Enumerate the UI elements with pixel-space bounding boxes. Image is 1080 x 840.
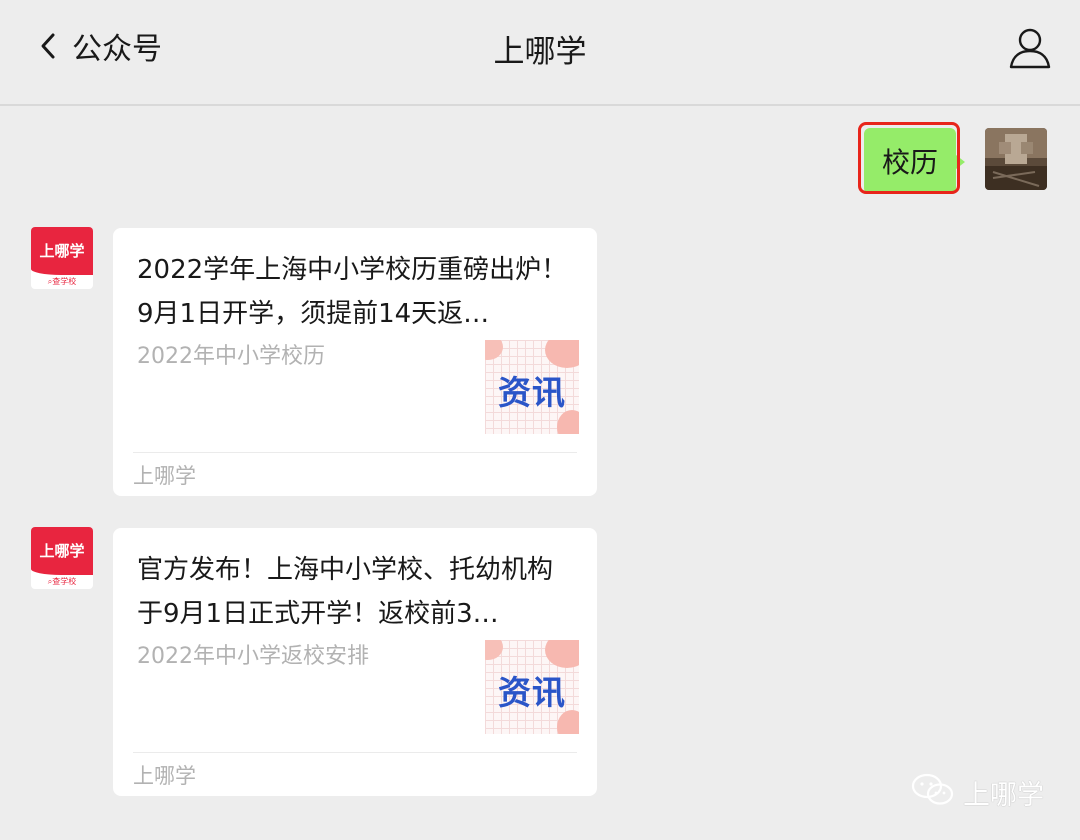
watermark: 上哪学 xyxy=(911,772,1044,812)
brand-avatar[interactable]: 上哪学 ⌕查学校 xyxy=(31,227,93,289)
wechat-icon xyxy=(911,772,955,812)
avatar-subtext: ⌕查学校 xyxy=(47,577,77,586)
page-title: 上哪学 xyxy=(493,34,587,70)
user-message[interactable]: 校历 xyxy=(858,122,966,200)
thumbnail-label: 资讯 xyxy=(498,373,566,412)
article-card[interactable]: 官方发布！上海中小学校、托幼机构于9月1日正式开学！返校前3… 2022年中小学… xyxy=(113,528,597,796)
top-bar: 公众号 上哪学 xyxy=(0,0,1080,106)
article-source: 上哪学 xyxy=(133,464,196,488)
avatar-text: 上哪学 xyxy=(39,542,85,560)
article-description: 2022年中小学返校安排 xyxy=(137,644,369,669)
article-title: 2022学年上海中小学校历重磅出炉！9月1日开学，须提前14天返… xyxy=(137,255,568,329)
article-title: 官方发布！上海中小学校、托幼机构于9月1日正式开学！返校前3… xyxy=(137,555,554,629)
avatar-text: 上哪学 xyxy=(39,242,85,260)
brand-avatar[interactable]: 上哪学 ⌕查学校 xyxy=(31,527,93,589)
article-description: 2022年中小学校历 xyxy=(137,344,325,369)
user-icon[interactable] xyxy=(1008,26,1052,70)
bubble-tail xyxy=(956,155,965,169)
article-thumbnail: 资讯 xyxy=(485,340,579,434)
message-text: 校历 xyxy=(881,146,938,179)
user-avatar[interactable] xyxy=(985,128,1047,190)
message-bubble: 校历 xyxy=(864,128,965,194)
article-source: 上哪学 xyxy=(133,764,196,788)
article-thumbnail: 资讯 xyxy=(485,640,579,734)
article-card[interactable]: 2022学年上海中小学校历重磅出炉！9月1日开学，须提前14天返… 2022年中… xyxy=(113,228,597,496)
watermark-text: 上哪学 xyxy=(963,779,1044,811)
divider xyxy=(133,752,577,753)
thumbnail-label: 资讯 xyxy=(498,673,566,712)
divider xyxy=(133,452,577,453)
avatar-subtext: ⌕查学校 xyxy=(47,277,77,286)
